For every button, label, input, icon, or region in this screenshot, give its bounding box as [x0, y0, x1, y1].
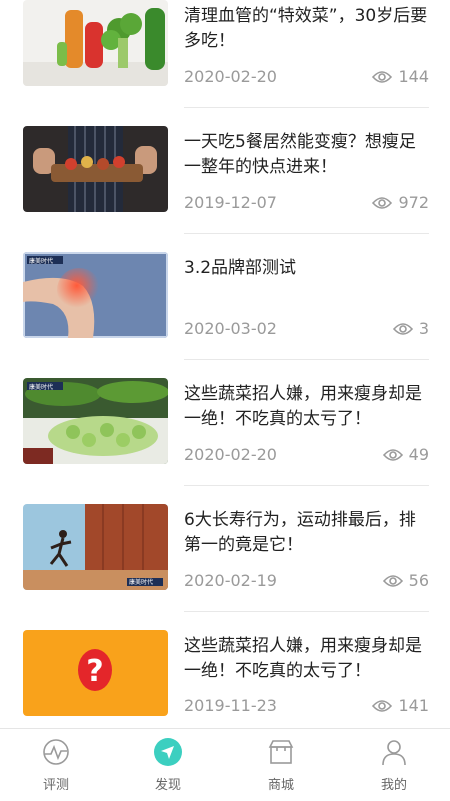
article-title: 这些蔬菜招人嫌，用来瘦身却是一绝！不吃真的太亏了！ — [184, 636, 422, 681]
vegetables-image — [23, 0, 168, 86]
divider — [184, 485, 429, 486]
article-thumbnail: 康美时代 — [23, 504, 168, 590]
article-thumbnail — [23, 0, 168, 86]
article-title: 3.2品牌部测试 — [184, 258, 297, 278]
article-date: 2020-03-02 — [184, 319, 277, 338]
tab-label: 我的 — [380, 778, 407, 793]
eye-icon — [392, 322, 413, 335]
article-date: 2020-02-20 — [184, 67, 277, 86]
tab-shop[interactable]: 商城 — [225, 729, 337, 801]
brand-watermark: 康美时代 — [29, 257, 53, 265]
shop-icon — [268, 740, 294, 764]
view-count: 141 — [372, 696, 429, 715]
article-item[interactable]: 清理血管的“特效菜”，30岁后要多吃！ 2020-02-20 144 — [0, 0, 450, 126]
pulse-icon — [43, 739, 69, 765]
view-count-value: 141 — [398, 696, 429, 715]
article-thumbnail — [23, 126, 168, 212]
article-date: 2020-02-19 — [184, 571, 277, 590]
article-feed: 清理血管的“特效菜”，30岁后要多吃！ 2020-02-20 144 一天吃5餐… — [0, 0, 450, 728]
article-item[interactable]: 康美时代 3.2品牌部测试 2020-03-02 3 — [0, 252, 450, 378]
article-item[interactable]: 一天吃5餐居然能变瘦？想瘦足一整年的快点进来！ 2019-12-07 972 — [0, 126, 450, 252]
chef-plate-image — [23, 126, 168, 212]
article-title: 一天吃5餐居然能变瘦？想瘦足一整年的快点进来！ — [184, 132, 416, 177]
question-glyph: ? — [86, 654, 103, 689]
tab-label: 商城 — [267, 778, 294, 793]
view-count-value: 56 — [408, 571, 429, 590]
user-icon — [382, 740, 406, 766]
eye-icon — [382, 574, 403, 587]
knee-pain-image: 康美时代 — [23, 252, 168, 338]
view-count-value: 144 — [398, 67, 429, 86]
eye-icon — [372, 699, 393, 712]
article-title: 6大长寿行为，运动排最后，排第一的竟是它！ — [184, 510, 416, 555]
tab-label: 评测 — [42, 778, 69, 793]
article-thumbnail: 康美时代 — [23, 378, 168, 464]
bottom-tab-bar: 评测 发现 商城 我的 — [0, 728, 450, 800]
view-count: 49 — [382, 445, 429, 464]
bitter-melon-image: 康美时代 — [23, 378, 168, 464]
tab-evaluate[interactable]: 评测 — [0, 729, 112, 801]
divider — [184, 359, 429, 360]
article-item[interactable]: 康美时代 6大长寿行为，运动排最后，排第一的竟是它！ 2020-02-19 56 — [0, 504, 450, 630]
view-count: 972 — [372, 193, 429, 212]
divider — [184, 611, 429, 612]
eye-icon — [372, 196, 393, 209]
view-count: 3 — [392, 319, 429, 338]
view-count: 56 — [382, 571, 429, 590]
tab-profile[interactable]: 我的 — [338, 729, 450, 801]
article-date: 2019-12-07 — [184, 193, 277, 212]
discover-icon — [154, 738, 182, 766]
runner-image: 康美时代 — [23, 504, 168, 590]
article-thumbnail: ? — [23, 630, 168, 716]
view-count-value: 49 — [408, 445, 429, 464]
question-mark-image: ? — [23, 630, 168, 716]
article-item[interactable]: ? 这些蔬菜招人嫌，用来瘦身却是一绝！不吃真的太亏了！ 2019-11-23 1… — [0, 630, 450, 728]
article-title: 这些蔬菜招人嫌，用来瘦身却是一绝！不吃真的太亏了！ — [184, 384, 422, 429]
article-title: 清理血管的“特效菜”，30岁后要多吃！ — [184, 6, 428, 51]
eye-icon — [372, 70, 393, 83]
tab-discover[interactable]: 发现 — [112, 729, 224, 801]
view-count: 144 — [372, 67, 429, 86]
view-count-value: 972 — [398, 193, 429, 212]
article-thumbnail: 康美时代 — [23, 252, 168, 338]
brand-watermark: 康美时代 — [129, 578, 153, 586]
brand-watermark: 康美时代 — [29, 383, 53, 391]
divider — [184, 107, 429, 108]
article-item[interactable]: 康美时代 这些蔬菜招人嫌，用来瘦身却是一绝！不吃真的太亏了！ 2020-02-2… — [0, 378, 450, 504]
article-date: 2019-11-23 — [184, 696, 277, 715]
divider — [184, 233, 429, 234]
view-count-value: 3 — [418, 319, 429, 338]
eye-icon — [382, 448, 403, 461]
article-date: 2020-02-20 — [184, 445, 277, 464]
tab-label: 发现 — [154, 778, 181, 793]
